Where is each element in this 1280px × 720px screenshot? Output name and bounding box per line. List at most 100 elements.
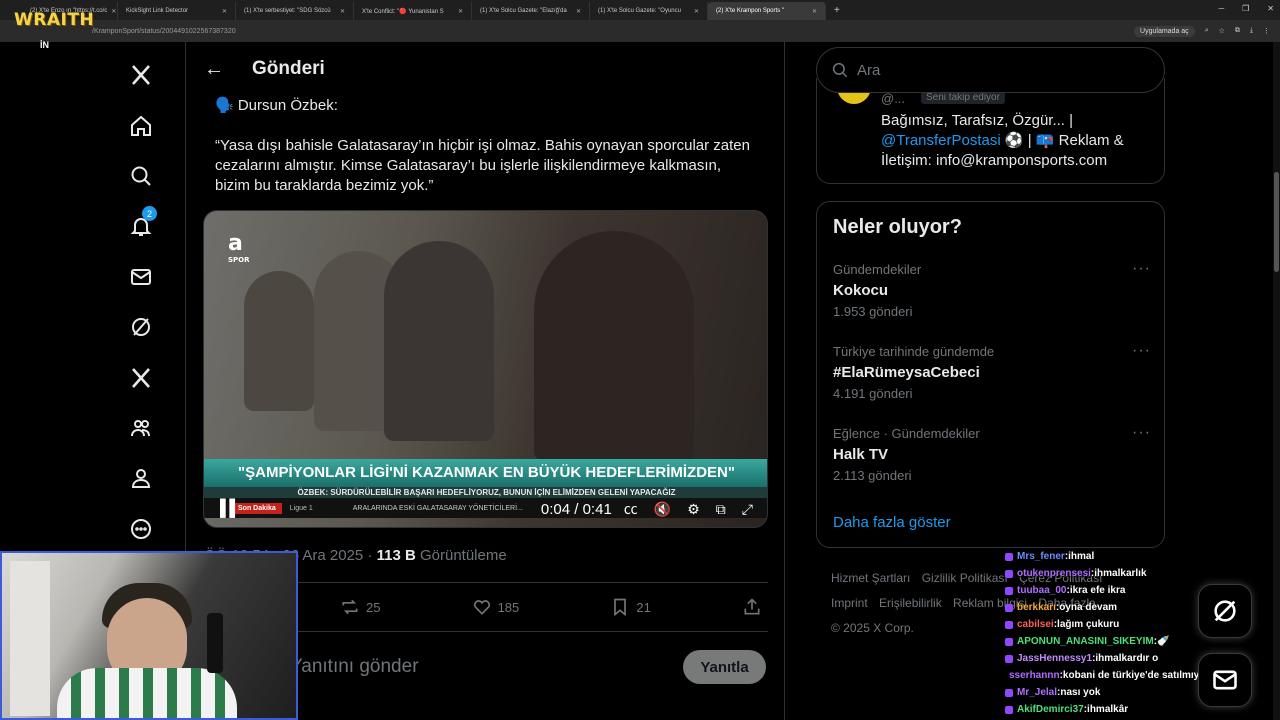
chat-text: 🍼 — [1157, 636, 1170, 647]
chat-text: oyna devam — [1059, 602, 1118, 613]
browser-tab[interactable]: (1) X'te Solcu Gazete: "Oyuncu ✕ — [590, 2, 708, 20]
extensions-icon[interactable]: ⧉ — [1235, 27, 1240, 35]
messages-floating-button[interactable] — [1198, 653, 1252, 707]
browser-tab[interactable]: KickSight Link Detector ✕ — [118, 2, 236, 20]
close-tab-icon[interactable]: ✕ — [694, 8, 699, 15]
chat-username[interactable]: AkifDemirci37 — [1017, 701, 1084, 718]
more-options-icon[interactable]: ··· — [1132, 342, 1151, 360]
x-logo-icon[interactable] — [110, 50, 172, 100]
stream-chat: Mrs_fener : ihmal otukenprensesi : ihmalk… — [1005, 548, 1210, 718]
window-controls: ─ ❐ ✕ — [1218, 4, 1274, 13]
download-icon[interactable]: ⤓ — [1250, 27, 1253, 35]
more-options-icon[interactable] — [110, 504, 172, 554]
sidebar-nav: 2 — [110, 50, 172, 554]
trend-item[interactable]: Eğlence · Gündemdekiler Halk TV 2.113 gö… — [833, 424, 1151, 483]
close-tab-icon[interactable]: ✕ — [458, 8, 463, 15]
search-input[interactable]: Ara — [816, 47, 1165, 93]
pip-icon[interactable]: ⧉ — [716, 501, 726, 518]
profile-card: @... Seni takip ediyor Bağımsız, Tarafsı… — [816, 78, 1165, 184]
browser-tab-active[interactable]: (2) X'te Kramp​on Sports " ✕ — [708, 2, 826, 20]
page-title: Gönderi — [252, 58, 325, 79]
webcam-overlay — [0, 551, 298, 720]
restore-icon[interactable]: ❐ — [1242, 4, 1249, 13]
footer-link[interactable]: Erişilebilirlik — [879, 596, 942, 610]
profile-handle[interactable]: @... — [881, 91, 905, 106]
profile-icon[interactable] — [110, 453, 172, 503]
footer-link[interactable]: Gizlilik Politikası — [922, 571, 1008, 585]
webcam-background-door — [10, 561, 50, 716]
chat-username[interactable]: otukenprensesi — [1017, 565, 1091, 582]
communities-icon[interactable] — [110, 403, 172, 453]
fullscreen-icon[interactable]: ⤢ — [742, 501, 753, 518]
footer-link[interactable]: Imprint — [831, 596, 868, 610]
open-in-app-badge[interactable]: Uygulamada aç — [1134, 25, 1195, 37]
scrollbar-thumb[interactable] — [1274, 172, 1279, 272]
reply-input[interactable]: Yanıtını gönder — [290, 656, 419, 678]
show-more-link[interactable]: Daha fazla göster — [833, 514, 951, 531]
chat-username[interactable]: cabilsei — [1017, 616, 1054, 633]
video-time: 0:04 / 0:41 — [540, 500, 612, 518]
chat-username[interactable]: sserhannn — [1009, 667, 1060, 684]
browser-tab[interactable]: X'te Conflict: "🔴 Yunanistan S ✕ — [354, 2, 472, 20]
grok-icon[interactable] — [110, 302, 172, 352]
tweet-quote: “Yasa dışı bahisle Galatasaray’ın hiçbir… — [215, 137, 750, 194]
chat-username[interactable]: APONUN_ANASINI_SIKEYIM — [1017, 633, 1154, 650]
bookmark-star-icon[interactable]: ☆ — [1219, 27, 1225, 35]
minimize-icon[interactable]: ─ — [1218, 4, 1224, 13]
chat-username[interactable]: Mrs_fener — [1017, 548, 1065, 565]
chat-text: ikra efe ikra — [1069, 585, 1126, 596]
share-button[interactable] — [742, 597, 762, 617]
footer-link[interactable]: Hizmet Şartları — [831, 571, 910, 585]
chat-username[interactable]: berkkarı — [1017, 599, 1056, 616]
chat-username[interactable]: tuubaa_00 — [1017, 582, 1066, 599]
new-tab-icon[interactable]: + — [834, 5, 840, 16]
close-tab-icon[interactable]: ✕ — [111, 8, 116, 15]
close-tab-icon[interactable]: ✕ — [576, 8, 581, 15]
chat-username[interactable]: Mr_Jelal — [1017, 684, 1057, 701]
reply-button[interactable]: Yanıtla — [683, 650, 766, 684]
close-tab-icon[interactable]: ✕ — [812, 8, 817, 15]
captions-icon[interactable]: ㏄ — [624, 499, 638, 519]
premium-x-icon[interactable] — [110, 352, 172, 402]
address-bar[interactable]: /KramponSport/status/2004491022567387320… — [0, 20, 1280, 42]
more-options-icon[interactable]: ··· — [1132, 260, 1151, 278]
close-tab-icon[interactable]: ✕ — [340, 8, 345, 15]
close-window-icon[interactable]: ✕ — [1267, 4, 1274, 13]
notifications-bell-icon[interactable]: 2 — [110, 201, 172, 251]
settings-gear-icon[interactable]: ⚙ — [687, 501, 700, 518]
back-arrow-icon[interactable]: ← — [204, 58, 224, 81]
chat-message: JassHennessy1 : ihmalkardır o — [1005, 650, 1210, 667]
page-scrollbar[interactable] — [1273, 42, 1280, 720]
trend-item[interactable]: Gündemdekiler Kokocu 1.953 gönderi ··· — [833, 260, 1151, 319]
chat-message: sserhannn : kobani de türkiye'de satılmı… — [1005, 667, 1210, 684]
retweet-button[interactable]: 25 — [340, 597, 380, 617]
chat-text: nası yok — [1060, 687, 1101, 698]
chat-text: ihmal — [1068, 551, 1095, 562]
close-tab-icon[interactable]: ✕ — [222, 8, 227, 15]
browser-tab[interactable]: (1) X'te Solcu Gazete: "Elazığ'da ✕ — [472, 2, 590, 20]
video-subline: ÖZBEK: SÜRDÜRÜLEBİLİR BAŞARI HEDEFLİYORU… — [204, 487, 767, 498]
pause-icon[interactable]: ▌▌ — [220, 500, 241, 518]
url-text[interactable]: /KramponSport/status/2004491022567387320 — [92, 28, 236, 35]
video-person — [244, 271, 314, 411]
chat-badge-icon — [1005, 637, 1013, 646]
zoom-icon[interactable]: ⌕ — [1205, 27, 1209, 35]
trend-item[interactable]: Türkiye tarihinde gündemde #ElaRümeysaCe… — [833, 342, 1151, 401]
video-player[interactable]: a SPOR "ŞAMPİYONLAR LİGİ'Nİ KAZANMAK EN B… — [203, 210, 768, 528]
menu-dots-icon[interactable]: ⋮ — [1263, 27, 1270, 35]
home-icon[interactable] — [110, 100, 172, 150]
search-icon[interactable] — [110, 151, 172, 201]
more-options-icon[interactable]: ··· — [1132, 424, 1151, 442]
mute-icon[interactable]: 🔇 — [654, 501, 671, 518]
chat-message: APONUN_ANASINI_SIKEYIM : 🍼 — [1005, 633, 1210, 650]
bio-link[interactable]: @TransferPostasi — [881, 132, 1001, 149]
bookmark-button[interactable]: 21 — [610, 597, 651, 617]
chat-message: berkkarı : oyna devam — [1005, 599, 1210, 616]
messages-envelope-icon[interactable] — [110, 252, 172, 302]
like-button[interactable]: 185 — [472, 597, 519, 617]
chat-text: ihmalkâr — [1087, 704, 1129, 715]
browser-tab[interactable]: (1) X'te serbestiyet: "SDG Sözcü ✕ — [236, 2, 354, 20]
grok-floating-button[interactable] — [1198, 584, 1252, 638]
heart-icon — [473, 600, 490, 615]
chat-username[interactable]: JassHennessy1 — [1017, 650, 1092, 667]
